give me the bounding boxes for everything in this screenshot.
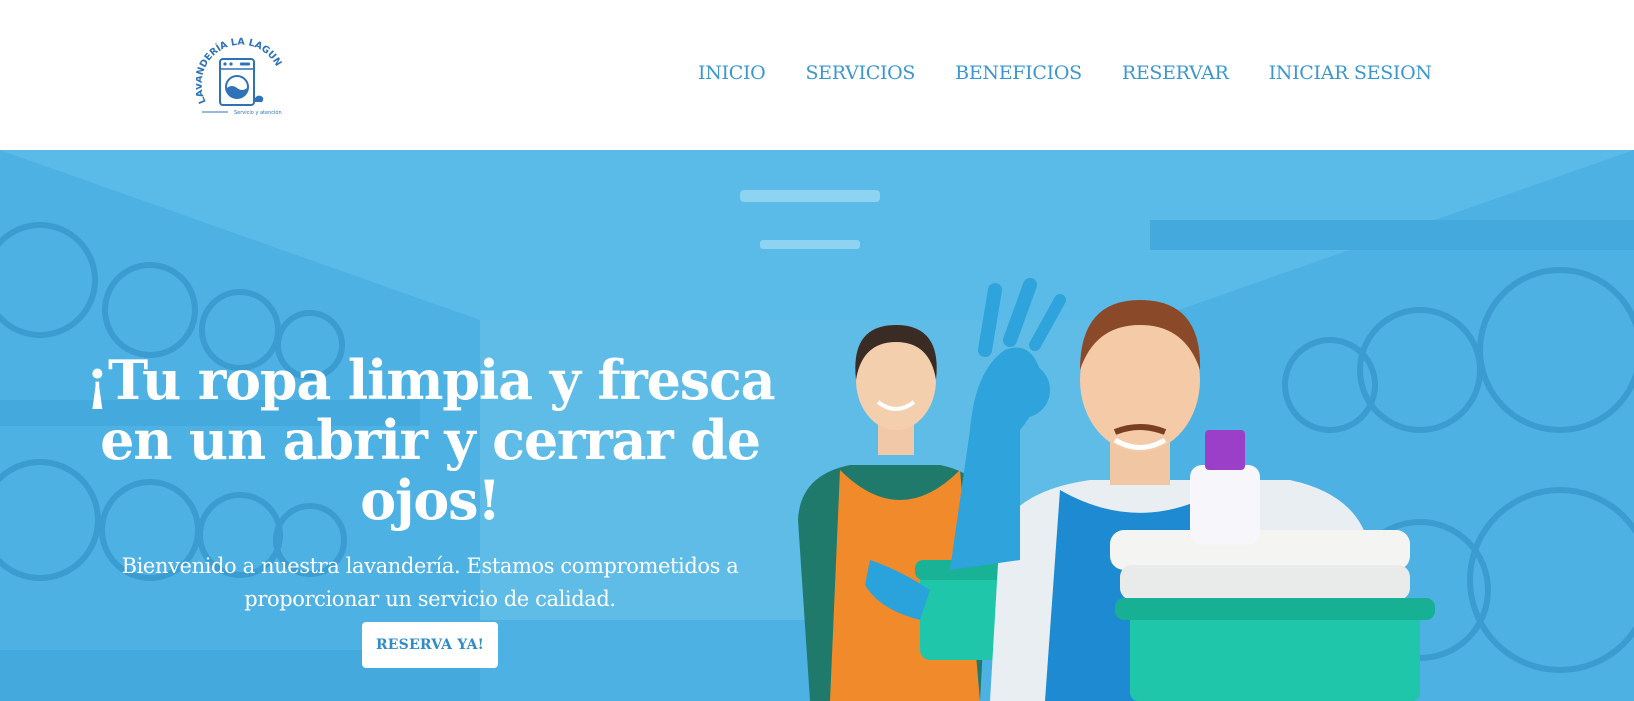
hero-section: ¡Tu ropa limpia y fresca en un abrir y c… xyxy=(0,150,1634,701)
reserve-now-button[interactable]: RESERVA YA! xyxy=(362,622,498,668)
laundromat-workers-image xyxy=(798,278,1435,701)
site-header: LAVANDERÍA LA LAGUNA AZUL Servicio y ate… xyxy=(0,0,1634,150)
brand-logo[interactable]: LAVANDERÍA LA LAGUNA AZUL Servicio y ate… xyxy=(192,24,286,122)
nav-link-servicios[interactable]: SERVICIOS xyxy=(805,62,915,84)
nav-link-iniciar-sesion[interactable]: INICIAR SESION xyxy=(1269,62,1432,84)
hero-title: ¡Tu ropa limpia y fresca en un abrir y c… xyxy=(85,348,776,532)
man-worker-figure xyxy=(950,278,1435,701)
washing-machine-logo-icon: LAVANDERÍA LA LAGUNA AZUL Servicio y ate… xyxy=(192,24,283,116)
main-nav: INICIO SERVICIOS BENEFICIOS RESERVAR INI… xyxy=(698,58,1432,88)
hero-subtitle: Bienvenido a nuestra lavandería. Estamos… xyxy=(121,554,739,611)
brand-tagline: Servicio y atención xyxy=(234,109,282,116)
nav-link-reservar[interactable]: RESERVAR xyxy=(1122,62,1229,84)
nav-link-beneficios[interactable]: BENEFICIOS xyxy=(955,62,1082,84)
nav-link-inicio[interactable]: INICIO xyxy=(698,62,766,84)
